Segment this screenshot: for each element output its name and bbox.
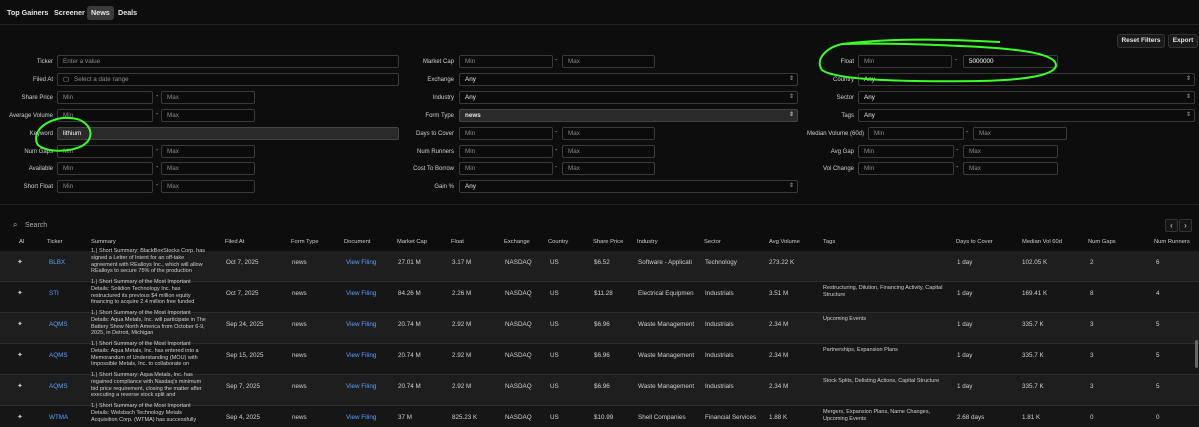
- annotation-circle-keyword: [35, 116, 92, 152]
- annotation-overlay: [35, 38, 1057, 152]
- app: Top Gainers Screener News Deals Reset Fi…: [0, 0, 1199, 427]
- annotation-circle-float: [818, 38, 1057, 83]
